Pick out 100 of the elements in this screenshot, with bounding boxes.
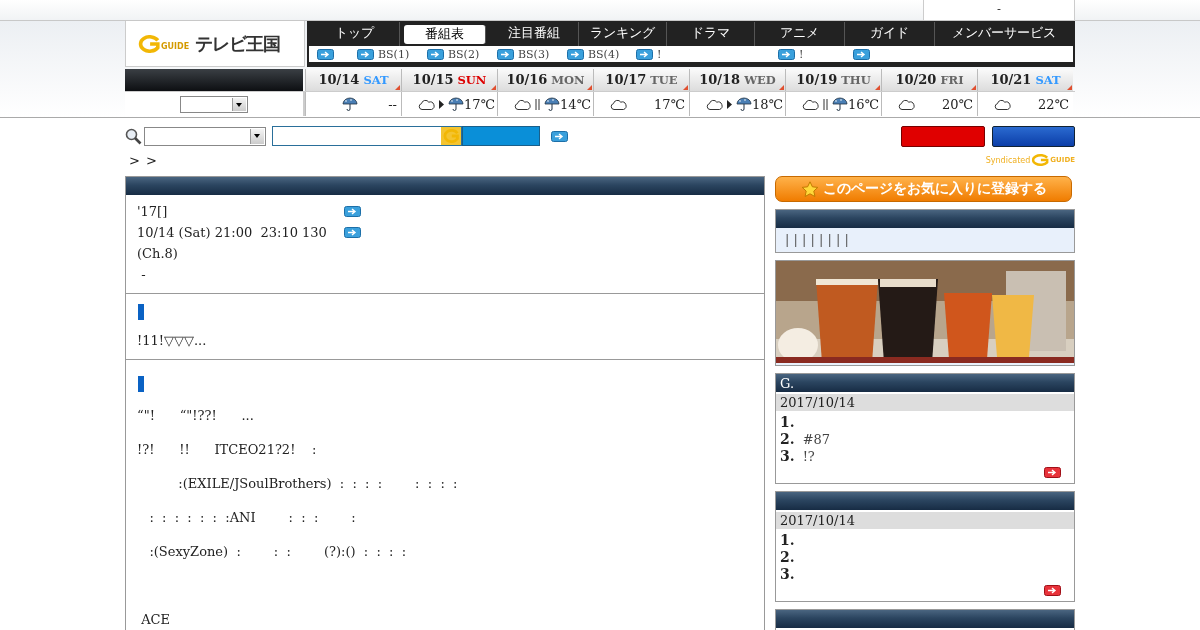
text-line: !?! !! ITCEO21?2! : xyxy=(137,441,317,459)
select-field[interactable] xyxy=(144,126,266,146)
search-icon xyxy=(125,127,142,145)
temperature: 17℃ xyxy=(653,96,685,112)
temperature: -- xyxy=(388,96,397,112)
cloud-icon xyxy=(706,97,723,111)
breadcrumb-separator: > xyxy=(129,152,140,168)
temperature: 16℃ xyxy=(848,96,880,112)
arrow-button[interactable] xyxy=(636,48,653,60)
arrow-button[interactable] xyxy=(778,48,795,60)
panel-header: G. xyxy=(776,374,1074,392)
text-line: ACE xyxy=(140,611,170,629)
divider-icon xyxy=(535,98,540,110)
date-tab[interactable]: 10/16 MON xyxy=(497,69,593,91)
channel-link[interactable]: BS(3) xyxy=(518,47,550,61)
day-label: FRI xyxy=(940,73,964,87)
text-line: “"! “"!??! ... xyxy=(137,407,254,425)
date-tab[interactable]: 10/15 SUN xyxy=(401,69,497,91)
arrow-button[interactable] xyxy=(551,130,568,142)
text-line: - xyxy=(140,266,146,284)
cloud-icon xyxy=(802,97,819,111)
channel-link[interactable]: BS(4) xyxy=(588,47,620,61)
date-heading: 2017/10/14 xyxy=(776,394,1074,411)
cloud-icon xyxy=(418,97,435,111)
arrow-button[interactable] xyxy=(357,48,374,60)
arrow-button[interactable] xyxy=(344,206,361,217)
select-field[interactable] xyxy=(180,95,248,113)
text-line: !11!▽▽▽... xyxy=(137,332,207,350)
nav-tab[interactable]: 番組表 xyxy=(404,25,486,44)
rank-number: 3. xyxy=(780,566,795,583)
temperature: 22℃ xyxy=(1037,96,1069,112)
divider-icon xyxy=(823,98,828,110)
text-line: : : : : : : :ANI : : : : xyxy=(148,509,356,527)
rank-number: 2. xyxy=(780,549,795,566)
cloud-icon xyxy=(994,97,1011,111)
logo-title: テレビ王国 xyxy=(195,31,281,56)
day-label: SUN xyxy=(457,73,487,87)
text-line: 10/14 (Sat) 21:00 23:10 130 xyxy=(137,224,327,242)
cloud-icon xyxy=(898,97,915,111)
star-icon xyxy=(800,180,819,198)
channel-link[interactable]: ! xyxy=(799,47,804,61)
day-label: TUE xyxy=(650,73,678,87)
arrow-button[interactable] xyxy=(497,48,514,60)
arrow-icon xyxy=(727,99,732,109)
day-label: SAT xyxy=(363,73,389,87)
umbrella-icon xyxy=(342,97,358,111)
nav-tab[interactable]: メンバーサービス xyxy=(935,22,1073,46)
link-list: | | | | | | | | xyxy=(776,228,1074,252)
date-tab[interactable]: 10/14 SAT xyxy=(305,69,401,91)
rank-title[interactable]: !? xyxy=(802,448,815,465)
day-label: SAT xyxy=(1035,73,1061,87)
channel-link[interactable]: BS(2) xyxy=(448,47,480,61)
text-line: '17[] xyxy=(137,203,168,221)
cloud-icon xyxy=(610,97,627,111)
arrow-button[interactable] xyxy=(427,48,444,60)
umbrella-icon xyxy=(832,97,848,111)
date-tab[interactable]: 10/20 FRI xyxy=(881,69,977,91)
temperature: 20℃ xyxy=(941,96,973,112)
date-tab[interactable]: 10/17 TUE xyxy=(593,69,689,91)
umbrella-icon xyxy=(544,97,560,111)
arrow-button[interactable] xyxy=(317,48,334,60)
text-line: :(SexyZone) : : : (?):() : : : : xyxy=(148,543,407,561)
channel-link[interactable]: BS(1) xyxy=(378,47,410,61)
date-heading: 2017/10/14 xyxy=(776,512,1074,529)
arrow-button[interactable] xyxy=(1044,585,1061,596)
date-tab[interactable]: 10/21 SAT xyxy=(977,69,1073,91)
arrow-button[interactable] xyxy=(567,48,584,60)
arrow-button[interactable] xyxy=(344,227,361,238)
top-link[interactable]: - xyxy=(923,0,1075,20)
rank-title[interactable]: #87 xyxy=(802,431,831,448)
date-tab[interactable]: 10/18 WED xyxy=(689,69,785,91)
date-tab[interactable]: 10/19 THU xyxy=(785,69,881,91)
day-label: THU xyxy=(841,73,871,87)
breadcrumb-separator: > xyxy=(145,152,157,168)
rank-number: 1. xyxy=(780,532,795,549)
channel-link[interactable]: ! xyxy=(657,47,662,61)
day-label: WED xyxy=(744,73,776,87)
login-button[interactable] xyxy=(901,125,985,147)
site-logo[interactable]: GUIDE テレビ王国 xyxy=(125,21,305,67)
search-field[interactable] xyxy=(272,126,462,146)
syndicated-label: Syndicated xyxy=(985,155,1031,165)
register-button[interactable] xyxy=(992,125,1075,147)
text-line: :(EXILE/JSoulBrothers) : : : : : : : : xyxy=(177,475,458,493)
logo-icon xyxy=(443,129,459,143)
arrow-button[interactable] xyxy=(853,48,870,60)
rank-number: 2. xyxy=(780,431,795,448)
cloud-icon xyxy=(514,97,531,111)
temperature: 14℃ xyxy=(560,96,592,112)
logo-mark-text: GUIDE xyxy=(161,42,190,51)
umbrella-icon xyxy=(448,97,464,111)
umbrella-icon xyxy=(736,97,752,111)
rank-number: 1. xyxy=(780,414,795,431)
day-label: MON xyxy=(551,73,585,87)
rank-number: 3. xyxy=(780,448,795,465)
text-line: (Ch.8) xyxy=(137,245,178,263)
arrow-button[interactable] xyxy=(1044,467,1061,478)
temperature: 18℃ xyxy=(752,96,784,112)
arrow-icon xyxy=(439,99,444,109)
logo-icon xyxy=(1031,154,1050,166)
logo-icon xyxy=(138,34,160,53)
